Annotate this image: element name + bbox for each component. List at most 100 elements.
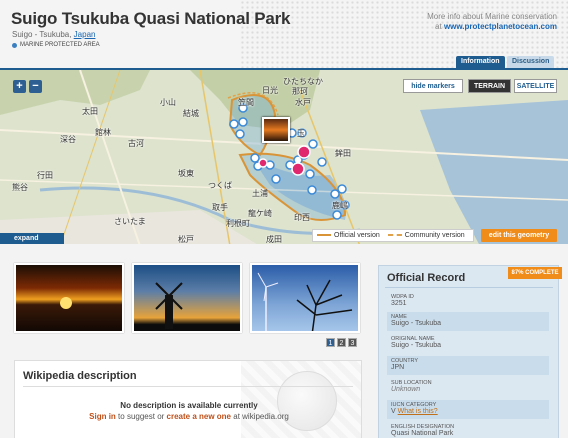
field-value: V What is this? [391,408,549,415]
map-label: 成田 [266,235,282,244]
legend-community-label: Community version [404,232,465,239]
map-label: つくば [208,181,232,190]
record-field-country: COUNTRY JPN [387,356,549,375]
map-label: 行田 [37,171,53,180]
official-record-panel: Official Record 87% COMPLETE WDPA ID 325… [378,265,562,438]
zoom-in-button[interactable]: + [13,80,26,93]
map-label: 龍ケ崎 [248,209,272,218]
photo-page-3[interactable]: 3 [348,338,357,347]
sun-shape [60,297,72,309]
more-info: More info about Marine conservation at w… [427,12,557,32]
wikipedia-suggest-text: Sign in to suggest or create a new one a… [15,412,361,421]
wikipedia-suggest-end: at wikipedia.org [231,412,289,421]
terrain-button[interactable]: TERRAIN [468,79,511,93]
satellite-button[interactable]: SATELLITE [514,79,557,93]
legend-official: Official version [317,229,380,242]
more-info-text: More info about Marine conservation [427,12,557,21]
map-label: 笠間 [238,98,254,107]
sign-in-link[interactable]: Sign in [89,412,116,421]
field-value: 3251 [391,300,407,307]
record-field-wdpa-id: WDPA ID 3251 [387,292,549,311]
record-field-original-name: ORIGINAL NAME Suigo - Tsukuba [387,334,549,353]
map-label: 小山 [160,98,176,107]
field-label: COUNTRY [391,358,419,364]
map-label: 太田 [82,107,98,116]
record-field-english-designation: ENGLISH DESIGNATION Quasi National Park [387,422,549,438]
map-photo-thumbnail[interactable] [262,117,290,143]
map-label: 松戸 [178,235,194,244]
field-value: Quasi National Park [391,430,454,437]
divider [23,386,353,387]
zoom-out-button[interactable]: − [29,80,42,93]
country-link[interactable]: Japan [74,30,96,39]
map-label: 日光 [262,86,278,95]
more-info-link[interactable]: www.protectplanetocean.com [444,22,557,31]
field-label: WDPA ID [391,294,414,300]
wikipedia-panel: Wikipedia description No description is … [14,360,362,438]
map-label: 結城 [183,109,199,118]
map-label: 深谷 [60,135,76,144]
divider [385,287,553,288]
legend-community: Community version [387,229,465,242]
photo-page-1[interactable]: 1 [326,338,335,347]
area-type: MARINE PROTECTED AREA [12,42,100,48]
subtitle-location: Suigo - Tsukuba, [12,30,74,39]
hide-markers-button[interactable]: hide markers [403,79,463,93]
area-type-dot-icon [12,42,17,48]
turbine-silhouette [257,272,353,331]
wikipedia-suggest-mid: to suggest or [115,412,167,421]
map-label: 水戸 [295,98,311,107]
create-description-link[interactable]: create a new one [167,412,231,421]
tab-discussion[interactable]: Discussion [507,56,555,68]
wikipedia-no-description: No description is available currently [120,401,258,410]
what-is-this-link[interactable]: What is this? [398,408,438,415]
field-value: JPN [391,364,405,371]
field-label: ENGLISH DESIGNATION [391,424,455,430]
more-info-prefix: at [435,22,444,31]
map-label: 取手 [212,203,228,212]
photo-sunset-lake[interactable] [14,263,124,333]
page-title: Suigo Tsukuba Quasi National Park [11,9,291,28]
photo-windmill[interactable] [132,263,242,333]
page-header: Suigo Tsukuba Quasi National Park Suigo … [0,0,568,68]
record-field-iucn-category: IUCN CATEGORY V What is this? [387,400,549,419]
official-record-title: Official Record [387,272,466,284]
expand-button[interactable]: expand [0,233,64,244]
area-type-label: MARINE PROTECTED AREA [20,42,100,48]
photo-wind-turbine[interactable] [250,263,360,333]
tab-information[interactable]: Information [456,56,505,68]
field-label: IUCN CATEGORY [391,402,437,408]
wikipedia-title: Wikipedia description [23,370,137,382]
map-label: 那珂 [292,87,308,96]
map-label: 玉 [297,129,305,138]
dashed-line-icon [387,234,402,237]
field-value: Suigo - Tsukuba [391,342,442,349]
map-label: 鹿嶋 [332,201,348,210]
iucn-value: V [391,408,396,415]
record-field-name: NAME Suigo - Tsukuba [387,312,549,331]
page-subtitle: Suigo - Tsukuba, Japan [12,30,95,39]
map-label: さいたま [114,217,146,226]
map-label: 坂東 [178,169,194,178]
map-label: 館林 [95,128,111,137]
map-label: 土浦 [252,189,268,198]
map-background [0,70,568,244]
map-label: 印西 [294,213,310,222]
edit-geometry-button[interactable]: edit this geometry [481,229,557,242]
map-label: 熊谷 [12,183,28,192]
record-field-sub-location: SUB LOCATION Unknown [387,378,549,397]
field-label: ORIGINAL NAME [391,336,435,342]
legend-official-label: Official version [334,232,380,239]
windmill-silhouette [155,282,183,329]
map-label: 鉾田 [335,149,351,158]
expand-label: expand [14,235,39,242]
photo-page-2[interactable]: 2 [337,338,346,347]
solid-line-icon [317,234,331,237]
map[interactable]: 日光 ひたちなか 那珂 水戸 太田 笠間 小山 結城 深谷 館林 古河 坂東 つ… [0,68,568,244]
completeness-badge: 87% COMPLETE [508,267,562,279]
field-label: NAME [391,314,407,320]
field-label: SUB LOCATION [391,380,432,386]
field-value: Unknown [391,386,421,393]
map-label: 利根町 [226,219,250,228]
field-value: Suigo - Tsukuba [391,320,442,327]
